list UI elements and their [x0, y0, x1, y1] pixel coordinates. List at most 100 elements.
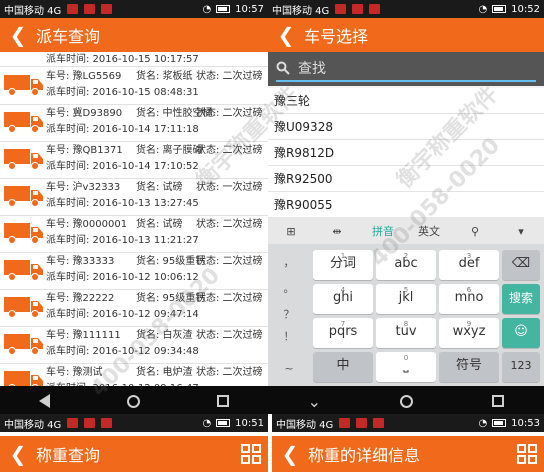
key-pqrs[interactable]: 7 pqrs	[313, 318, 373, 348]
hide-keyboard-nav-icon[interactable]: ⌄	[308, 392, 321, 411]
clock-label: 10:52	[511, 3, 540, 15]
key-number: 7	[340, 320, 346, 328]
pinyin-tab[interactable]: 拼音	[360, 223, 406, 239]
plate-number: 车号: 豫33333	[46, 256, 115, 267]
period-key[interactable]: 。	[271, 280, 307, 296]
notification-icon	[101, 4, 113, 14]
key-number: 5	[403, 286, 409, 294]
keyboard-grid-icon[interactable]: ⊞	[268, 225, 314, 238]
key-abc[interactable]: 2 abc	[376, 250, 436, 280]
status-text: 状态: 二次过磅	[196, 330, 263, 341]
plate-option[interactable]: 豫三轮	[268, 88, 544, 114]
back-arrow-icon[interactable]: ❮	[272, 437, 308, 471]
list-item[interactable]: 车号: 豫LG5569 货名: 浆板纸 状态: 二次过磅 派车时间: 2016-10-…	[0, 67, 268, 104]
app-bar: ❮ 称重查询	[0, 436, 268, 472]
clock-label: 10:57	[235, 3, 264, 15]
grid-menu-icon[interactable]	[234, 437, 268, 471]
dispatch-time: 派车时间: 2016-10-15 10:17:57	[46, 54, 199, 65]
question-key[interactable]: ？	[271, 306, 307, 322]
list-item[interactable]: 车号: 冀D93890 货名: 中性胶空桶 状态: 二次过磅 派车时间: 2016-1…	[0, 104, 268, 141]
search-bar: 查找	[268, 52, 544, 86]
app-bar: ❮ 派车查询	[0, 18, 268, 52]
dispatch-time: 派车时间: 2016-10-14 17:11:18	[46, 124, 199, 135]
page-title: 派车查询	[36, 27, 101, 46]
list-item[interactable]: 车号: 豫22222 货名: 95级重钙 状态: 二次过磅 派车时间: 2016-10…	[0, 289, 268, 326]
status-text: 状态: 二次过磅	[196, 219, 263, 230]
search-keyboard-icon[interactable]: ⚲	[452, 225, 498, 238]
notification-icon	[339, 418, 351, 428]
number-key[interactable]: 123	[502, 352, 540, 382]
plate-option[interactable]: 豫R9812D	[268, 140, 544, 166]
clock-label: 10:51	[235, 417, 264, 429]
battery-icon	[216, 5, 231, 13]
notification-icon	[369, 4, 381, 14]
recents-nav-icon[interactable]	[492, 395, 505, 407]
key-tuv[interactable]: 8 tuv	[376, 318, 436, 348]
grid-menu-icon[interactable]	[510, 437, 544, 471]
list-item[interactable]: 车号: 豫0000001 货名: 试磅 状态: 二次过磅 派车时间: 2016-10-…	[0, 215, 268, 252]
backspace-key[interactable]: ⌫	[502, 250, 540, 280]
list-item[interactable]: 车号: 豫111111 货名: 白灰渣 状态: 二次过磅 派车时间: 2016-10-…	[0, 326, 268, 363]
plate-number: 车号: 豫测试	[46, 367, 103, 378]
plate-option[interactable]: 豫R92500	[268, 166, 544, 192]
plate-option[interactable]: 豫U09328	[268, 114, 544, 140]
plate-number: 车号: 豫QB1371	[46, 145, 123, 156]
hide-keyboard-icon[interactable]: ▾	[498, 225, 544, 238]
wifi-icon: ◔	[478, 417, 488, 429]
search-input[interactable]: 查找	[276, 56, 536, 82]
symbol-key[interactable]: 符号	[439, 352, 499, 382]
dispatch-query-screen: 中国移动 4G ◔ 10:57 ❮ 派车查询 派车时间: 2016-10-15 …	[0, 0, 268, 414]
weigh-detail-screen: 中国移动 4G ◔ 10:53 ❮ 称重的详细信息	[272, 414, 544, 472]
status-text: 状态: 一次过磅	[196, 182, 263, 193]
dispatch-time: 派车时间: 2016-10-12 10:06:12	[46, 272, 199, 283]
dispatch-time: 派车时间: 2016-10-15 08:48:31	[46, 87, 199, 98]
plate-number: 车号: 豫0000001	[46, 219, 128, 230]
comma-key[interactable]: ，	[271, 254, 307, 270]
key-number: 0	[403, 354, 409, 362]
key-number: 1	[340, 252, 346, 260]
key-ghi[interactable]: 4 ghi	[313, 284, 373, 314]
notification-icon	[335, 4, 347, 14]
clock-label: 10:53	[511, 417, 540, 429]
home-nav-icon[interactable]	[126, 394, 140, 408]
back-arrow-icon[interactable]: ❮	[0, 18, 36, 52]
battery-icon	[492, 5, 507, 13]
back-arrow-icon[interactable]: ❮	[0, 437, 36, 471]
cursor-icon[interactable]: ⇹	[314, 225, 360, 238]
recents-nav-icon[interactable]	[217, 395, 230, 407]
key-jkl[interactable]: 5 jkl	[376, 284, 436, 314]
list-item[interactable]: 车号: 豫33333 货名: 95级重钙 状态: 二次过磅 派车时间: 2016-10…	[0, 252, 268, 289]
page-title: 称重的详细信息	[308, 446, 421, 465]
list-item[interactable]: 车号: 豫QB1371 货名: 离子膜碱 状态: 二次过磅 派车时间: 2016-10…	[0, 141, 268, 178]
exclaim-key[interactable]: ！	[271, 328, 307, 344]
nav-bar	[0, 386, 268, 414]
search-key[interactable]: 搜索	[502, 284, 540, 314]
key-mno[interactable]: 6 mno	[439, 284, 499, 314]
status-bar: 中国移动 4G ◔ 10:53	[272, 414, 544, 432]
wifi-icon: ◔	[202, 417, 212, 429]
notification-icon	[67, 418, 79, 428]
list-item[interactable]: 车号: 沪v32333 货名: 试磅 状态: 一次过磅 派车时间: 2016-10-1…	[0, 178, 268, 215]
carrier-label: 中国移动 4G	[4, 5, 62, 17]
home-nav-icon[interactable]	[400, 394, 414, 408]
emoji-key[interactable]: ☺	[502, 318, 540, 348]
dispatch-time: 派车时间: 2016-10-13 13:27:45	[46, 198, 199, 209]
plate-option[interactable]: 豫R90055	[268, 192, 544, 218]
key-wxyz[interactable]: 9 wxyz	[439, 318, 499, 348]
battery-icon	[492, 419, 507, 427]
plate-number: 车号: 豫22222	[46, 293, 115, 304]
status-text: 状态: 二次过磅	[196, 256, 263, 267]
back-arrow-icon[interactable]: ❮	[268, 18, 304, 52]
english-tab[interactable]: 英文	[406, 223, 452, 239]
key-fenci[interactable]: 1 分词	[313, 250, 373, 280]
truck-icon	[4, 295, 44, 319]
truck-icon	[4, 258, 44, 282]
notification-icon	[352, 4, 364, 14]
space-key[interactable]: 0 ⎵	[376, 352, 436, 382]
keyboard-toolbar: ⊞ ⇹ 拼音 英文 ⚲ ▾	[268, 218, 544, 244]
back-nav-icon[interactable]	[38, 394, 50, 408]
tilde-key[interactable]: ~	[271, 362, 307, 375]
plate-number: 车号: 冀D93890	[46, 108, 123, 119]
key-def[interactable]: 3 def	[439, 250, 499, 280]
chinese-key[interactable]: 中	[313, 352, 373, 382]
